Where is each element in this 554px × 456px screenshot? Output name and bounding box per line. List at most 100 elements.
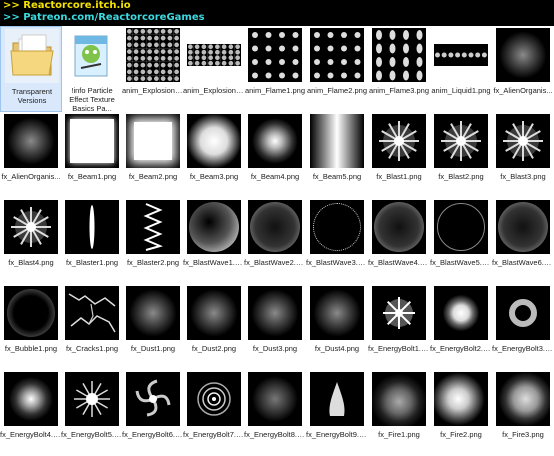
itch-link-text: >> Reactorcore.itch.io xyxy=(3,0,131,11)
file-item[interactable]: fx_EnergyBolt7.png xyxy=(183,370,245,456)
file-item[interactable]: fx_Dust1.png xyxy=(122,284,184,370)
file-item[interactable]: fx_Dust2.png xyxy=(183,284,245,370)
file-item[interactable]: fx_EnergyBolt4.png xyxy=(0,370,62,456)
particle-icon xyxy=(496,372,550,426)
file-item[interactable]: fx_AlienOrganis... xyxy=(492,26,554,112)
file-item[interactable]: fx_EnergyBolt8.png xyxy=(244,370,306,456)
file-item[interactable]: fx_Blast4.png xyxy=(0,198,62,284)
file-name: fx_AlienOrganis... xyxy=(493,86,553,95)
file-item[interactable]: anim_Flame1.png xyxy=(244,26,306,112)
file-grid: Transparent Versions !info Particle Effec… xyxy=(0,26,554,446)
particle-icon xyxy=(496,200,550,254)
file-item[interactable]: anim_ExplosionC... xyxy=(122,26,184,112)
file-item[interactable]: anim_Flame2.png xyxy=(306,26,368,112)
file-item[interactable]: fx_Blaster1.png xyxy=(61,198,123,284)
particle-icon xyxy=(248,372,302,426)
file-item[interactable]: anim_ExplosionC... xyxy=(183,26,245,112)
file-item[interactable]: fx_Fire3.png xyxy=(492,370,554,456)
file-item[interactable]: fx_Blast1.png xyxy=(368,112,430,198)
file-item[interactable]: anim_Flame3.png xyxy=(368,26,430,112)
particle-icon xyxy=(310,200,364,254)
particle-icon xyxy=(4,372,58,426)
file-item[interactable]: fx_Beam4.png xyxy=(244,112,306,198)
file-item[interactable]: fx_Fire1.png xyxy=(368,370,430,456)
file-item[interactable]: fx_Blast2.png xyxy=(430,112,492,198)
particle-icon xyxy=(65,114,119,168)
sprite-grid-icon xyxy=(187,28,241,82)
file-name: fx_EnergyBolt1.png xyxy=(368,344,430,353)
file-name: fx_Blast4.png xyxy=(8,258,54,267)
file-item[interactable]: fx_EnergyBolt9.png xyxy=(306,370,368,456)
file-name: fx_BlastWave2.png xyxy=(244,258,306,267)
file-item[interactable]: fx_Cracks1.png xyxy=(61,284,123,370)
file-item[interactable]: fx_Blast3.png xyxy=(492,112,554,198)
file-name: fx_BlastWave5.png xyxy=(430,258,492,267)
particle-icon xyxy=(248,114,302,168)
file-item[interactable]: fx_EnergyBolt3.png xyxy=(492,284,554,370)
file-name: fx_Fire1.png xyxy=(378,430,420,439)
file-item[interactable]: fx_EnergyBolt2.png xyxy=(430,284,492,370)
patreon-link-text: >> Patreon.com/ReactorcoreGames xyxy=(3,12,205,23)
particle-icon xyxy=(496,286,550,340)
file-item[interactable]: anim_Liquid1.png xyxy=(430,26,492,112)
notepad-file-icon xyxy=(65,28,119,82)
particle-icon xyxy=(310,114,364,168)
file-name: fx_EnergyBolt8.png xyxy=(244,430,306,439)
file-name: fx_AlienOrganis... xyxy=(1,172,61,181)
file-name: anim_Flame1.png xyxy=(244,86,306,95)
particle-icon xyxy=(496,28,550,82)
particle-icon xyxy=(126,114,180,168)
file-name: fx_Dust2.png xyxy=(191,344,237,353)
file-item[interactable]: fx_EnergyBolt1.png xyxy=(368,284,430,370)
file-name: fx_Blaster2.png xyxy=(126,258,180,267)
file-item[interactable]: fx_Dust3.png xyxy=(244,284,306,370)
particle-icon xyxy=(187,200,241,254)
file-item[interactable]: fx_Blaster2.png xyxy=(122,198,184,284)
file-name: fx_BlastWave6.png xyxy=(492,258,554,267)
file-item[interactable]: fx_Bubble1.png xyxy=(0,284,62,370)
file-name: fx_Blaster1.png xyxy=(65,258,119,267)
file-item[interactable]: fx_Beam5.png xyxy=(306,112,368,198)
promo-banner: >> Reactorcore.itch.io >> Patreon.com/Re… xyxy=(0,0,554,26)
file-item[interactable]: fx_AlienOrganis... xyxy=(0,112,62,198)
sprite-grid-icon xyxy=(310,28,364,82)
file-item[interactable]: fx_Fire2.png xyxy=(430,370,492,456)
file-item[interactable]: fx_Beam2.png xyxy=(122,112,184,198)
file-name: fx_BlastWave4.png xyxy=(368,258,430,267)
particle-icon xyxy=(372,286,426,340)
file-name: fx_Beam1.png xyxy=(67,172,117,181)
file-item[interactable]: !info Particle Effect Texture Basics Pa.… xyxy=(61,26,123,113)
file-name: fx_EnergyBolt4.png xyxy=(0,430,62,439)
file-name: anim_ExplosionC... xyxy=(183,86,245,95)
particle-icon xyxy=(372,372,426,426)
file-name: fx_Dust4.png xyxy=(314,344,360,353)
file-item[interactable]: fx_BlastWave1.png xyxy=(183,198,245,284)
file-name: fx_Fire2.png xyxy=(440,430,482,439)
file-name: fx_EnergyBolt7.png xyxy=(183,430,245,439)
particle-icon xyxy=(372,114,426,168)
particle-icon xyxy=(248,286,302,340)
file-item[interactable]: fx_BlastWave4.png xyxy=(368,198,430,284)
sprite-grid-icon xyxy=(248,28,302,82)
file-item[interactable]: fx_BlastWave3.png xyxy=(306,198,368,284)
particle-icon xyxy=(310,286,364,340)
file-name: fx_Blast3.png xyxy=(500,172,546,181)
file-item[interactable]: fx_Beam1.png xyxy=(61,112,123,198)
file-name: fx_BlastWave1.png xyxy=(183,258,245,267)
file-name: fx_Beam3.png xyxy=(189,172,239,181)
file-item[interactable]: fx_Dust4.png xyxy=(306,284,368,370)
file-item[interactable]: Transparent Versions xyxy=(0,26,62,112)
file-item[interactable]: fx_BlastWave2.png xyxy=(244,198,306,284)
file-name: fx_EnergyBolt3.png xyxy=(492,344,554,353)
file-item[interactable]: fx_EnergyBolt5.png xyxy=(61,370,123,456)
file-item[interactable]: fx_BlastWave6.png xyxy=(492,198,554,284)
particle-icon xyxy=(434,200,488,254)
file-item[interactable]: fx_Beam3.png xyxy=(183,112,245,198)
sprite-grid-icon xyxy=(372,28,426,82)
file-name: fx_Beam5.png xyxy=(312,172,362,181)
file-item[interactable]: fx_BlastWave5.png xyxy=(430,198,492,284)
file-name: fx_Dust3.png xyxy=(252,344,298,353)
particle-icon xyxy=(187,114,241,168)
file-item[interactable]: fx_EnergyBolt6.png xyxy=(122,370,184,456)
particle-icon xyxy=(310,372,364,426)
